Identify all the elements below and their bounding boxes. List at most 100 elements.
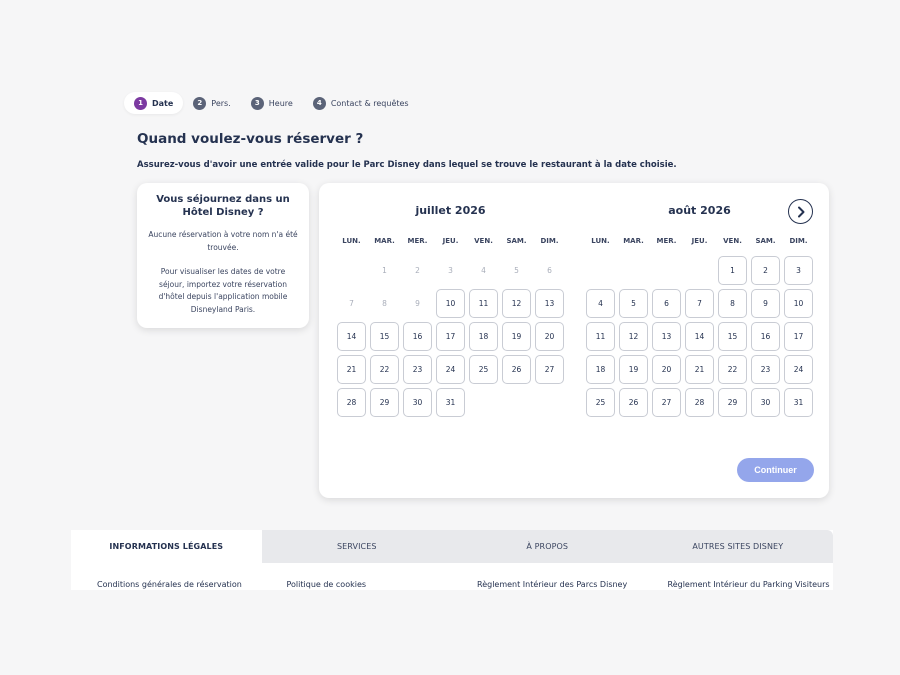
calendar-card: juillet 2026 LUN. MAR. MER. JEU. VEN. SAM. DIM.… — [319, 183, 829, 498]
calendar-day[interactable]: 14 — [337, 322, 366, 351]
calendar-day[interactable]: 25 — [586, 388, 615, 417]
calendar-day[interactable]: 31 — [784, 388, 813, 417]
calendar-day[interactable]: 14 — [685, 322, 714, 351]
continue-button[interactable]: Continuer — [737, 458, 814, 482]
calendar-day[interactable]: 24 — [436, 355, 465, 384]
calendar-day-disabled: 3 — [448, 266, 453, 275]
footer-link[interactable]: Politique de cookies — [262, 563, 453, 590]
weekday-header: SAM. — [506, 237, 527, 245]
calendar-day[interactable]: 8 — [718, 289, 747, 318]
weekday-header: SAM. — [755, 237, 776, 245]
weekday-header: MAR. — [623, 237, 644, 245]
calendar-day-disabled: 2 — [415, 266, 420, 275]
month-title: août 2026 — [668, 204, 731, 217]
calendar-day[interactable]: 28 — [337, 388, 366, 417]
calendar-day[interactable]: 2 — [751, 256, 780, 285]
calendar-day[interactable]: 20 — [535, 322, 564, 351]
calendar-day[interactable]: 18 — [586, 355, 615, 384]
tab-legal[interactable]: INFORMATIONS LÉGALES — [71, 530, 262, 563]
calendar-day[interactable]: 1 — [718, 256, 747, 285]
weekday-header: MAR. — [374, 237, 395, 245]
calendar-day[interactable]: 11 — [586, 322, 615, 351]
calendar-day[interactable]: 27 — [535, 355, 564, 384]
calendar-day[interactable]: 5 — [619, 289, 648, 318]
calendar-day[interactable]: 4 — [586, 289, 615, 318]
footer-tabs: INFORMATIONS LÉGALES SERVICES À PROPOS A… — [71, 530, 833, 563]
hotel-no-booking-text: Aucune réservation à votre nom n'a été t… — [148, 230, 298, 252]
calendar-day-disabled: 4 — [481, 266, 486, 275]
calendar-day[interactable]: 12 — [619, 322, 648, 351]
calendar-day[interactable]: 16 — [751, 322, 780, 351]
step-label: Pers. — [211, 98, 231, 108]
calendar-day[interactable]: 19 — [619, 355, 648, 384]
calendar-day[interactable]: 27 — [652, 388, 681, 417]
calendar-day[interactable]: 23 — [751, 355, 780, 384]
calendar-day-disabled: 1 — [382, 266, 387, 275]
calendar-day[interactable]: 20 — [652, 355, 681, 384]
step-date[interactable]: 1 Date — [124, 92, 184, 114]
calendar-day[interactable]: 15 — [718, 322, 747, 351]
calendar-day[interactable]: 17 — [784, 322, 813, 351]
calendar-day[interactable]: 28 — [685, 388, 714, 417]
calendar-day[interactable]: 30 — [751, 388, 780, 417]
calendar-day[interactable]: 22 — [370, 355, 399, 384]
calendar-day[interactable]: 29 — [718, 388, 747, 417]
weekday-header: MER. — [656, 237, 677, 245]
hotel-booking-card: Vous séjournez dans un Hôtel Disney ? Au… — [137, 183, 309, 328]
tab-other-disney-sites[interactable]: AUTRES SITES DISNEY — [642, 530, 833, 563]
calendar-day-disabled: 8 — [382, 299, 387, 308]
calendar-day[interactable]: 15 — [370, 322, 399, 351]
calendar-day[interactable]: 11 — [469, 289, 498, 318]
weekday-header: DIM. — [789, 237, 808, 245]
calendar-day[interactable]: 26 — [619, 388, 648, 417]
calendar-day[interactable]: 17 — [436, 322, 465, 351]
calendar-day[interactable]: 13 — [535, 289, 564, 318]
step-time[interactable]: 3 Heure — [241, 92, 303, 114]
calendar-day[interactable]: 18 — [469, 322, 498, 351]
footer-links: Conditions générales de réservation Poli… — [71, 563, 833, 590]
calendar-day-disabled: 5 — [514, 266, 519, 275]
tab-services[interactable]: SERVICES — [261, 530, 452, 563]
calendar-day[interactable]: 21 — [685, 355, 714, 384]
calendar-day[interactable]: 25 — [469, 355, 498, 384]
calendar-day-disabled: 7 — [349, 299, 354, 308]
calendar-day[interactable]: 31 — [436, 388, 465, 417]
calendar-day[interactable]: 9 — [751, 289, 780, 318]
calendar-day[interactable]: 30 — [403, 388, 432, 417]
weekday-header: LUN. — [591, 237, 610, 245]
calendar-day[interactable]: 10 — [784, 289, 813, 318]
calendar-day[interactable]: 6 — [652, 289, 681, 318]
next-month-button[interactable] — [788, 199, 813, 224]
footer-link[interactable]: Règlement Intérieur du Parking Visiteurs — [643, 563, 834, 590]
hotel-card-title: Vous séjournez dans un Hôtel Disney ? — [156, 194, 290, 218]
page-subtitle: Assurez-vous d'avoir une entrée valide p… — [137, 160, 677, 170]
weekday-header: VEN. — [474, 237, 493, 245]
calendar-day[interactable]: 26 — [502, 355, 531, 384]
calendar-day[interactable]: 16 — [403, 322, 432, 351]
step-number: 3 — [250, 96, 264, 110]
calendar-day[interactable]: 22 — [718, 355, 747, 384]
calendar-day[interactable]: 24 — [784, 355, 813, 384]
calendar-day[interactable]: 21 — [337, 355, 366, 384]
calendar-day[interactable]: 23 — [403, 355, 432, 384]
calendar-day[interactable]: 12 — [502, 289, 531, 318]
month-title: juillet 2026 — [415, 204, 486, 217]
calendar-day[interactable]: 19 — [502, 322, 531, 351]
calendar-day[interactable]: 10 — [436, 289, 465, 318]
calendar-day[interactable]: 3 — [784, 256, 813, 285]
step-persons[interactable]: 2 Pers. — [183, 92, 240, 114]
step-label: Date — [152, 98, 174, 108]
calendar-day[interactable]: 29 — [370, 388, 399, 417]
step-number: 2 — [193, 96, 207, 110]
calendar-day[interactable]: 7 — [685, 289, 714, 318]
footer-link[interactable]: Conditions générales de réservation — [71, 563, 262, 590]
booking-stepper: 1 Date 2 Pers. 3 Heure 4 Contact & requê… — [124, 92, 419, 114]
weekday-header: MER. — [407, 237, 428, 245]
footer-link[interactable]: Règlement Intérieur des Parcs Disney — [452, 563, 643, 590]
tab-about[interactable]: À PROPOS — [452, 530, 643, 563]
step-number: 4 — [312, 96, 326, 110]
footer: INFORMATIONS LÉGALES SERVICES À PROPOS A… — [71, 530, 833, 590]
calendar-day-disabled: 6 — [547, 266, 552, 275]
calendar-day[interactable]: 13 — [652, 322, 681, 351]
step-contact[interactable]: 4 Contact & requêtes — [303, 92, 419, 114]
